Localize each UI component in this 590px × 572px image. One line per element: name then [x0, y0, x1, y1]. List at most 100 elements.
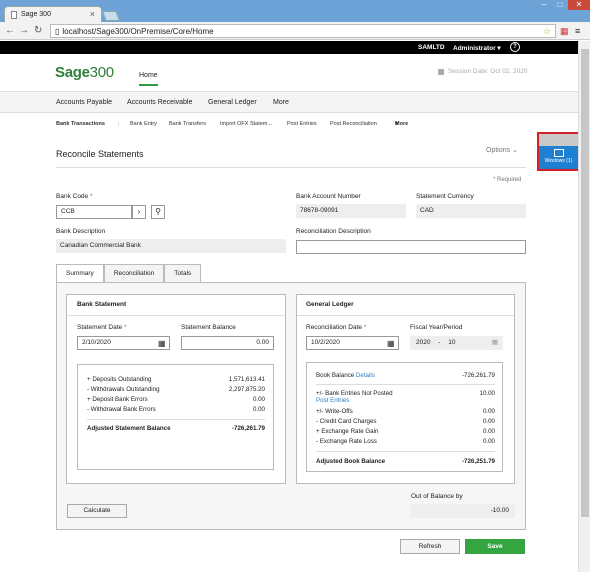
- fiscal-separator: -: [438, 339, 441, 346]
- out-of-balance-label: Out of Balance by: [411, 493, 463, 500]
- calendar-icon[interactable]: ▦: [387, 339, 395, 348]
- close-tab-icon[interactable]: ×: [90, 9, 95, 19]
- options-menu[interactable]: Options ⌄: [486, 146, 518, 154]
- bank-statement-title: Bank Statement: [77, 301, 127, 308]
- not-posted-label: +/- Bank Entries Not Posted: [316, 390, 393, 397]
- adjusted-book-value: -726,251.79: [461, 458, 495, 465]
- scrollbar-thumb[interactable]: [581, 49, 589, 517]
- currency-value: CAD: [416, 204, 526, 218]
- calculate-button[interactable]: Calculate: [67, 504, 127, 518]
- subnav-more-label: More: [395, 121, 409, 127]
- sage-logo: Sage300: [55, 64, 114, 81]
- company-name[interactable]: SAMLTD: [418, 44, 445, 51]
- credit-card-label: - Credit Card Charges: [316, 418, 377, 425]
- subnav-import-ofx[interactable]: Import OFX Statem...: [220, 121, 272, 127]
- fiscal-period-field: 2020 - 10 ▦: [410, 336, 503, 350]
- forward-icon[interactable]: →: [19, 25, 29, 37]
- calendar-icon[interactable]: ▦: [158, 339, 166, 348]
- user-name: Administrator: [453, 45, 496, 52]
- chrome-menu-icon[interactable]: ≡: [575, 25, 580, 37]
- menu-more[interactable]: More: [273, 99, 289, 106]
- recon-description-label: Reconciliation Description: [296, 228, 371, 235]
- home-link[interactable]: Home: [139, 72, 158, 79]
- session-date-text: Session Date: Oct 02, 2020: [448, 68, 528, 75]
- title-divider: [56, 167, 526, 168]
- reload-icon[interactable]: ↻: [34, 25, 42, 37]
- fiscal-period: 10: [448, 339, 456, 346]
- credit-card-value: 0.00: [482, 418, 495, 425]
- help-icon[interactable]: ?: [510, 42, 520, 52]
- details-link[interactable]: Details: [356, 372, 375, 379]
- subnav-post-reconciliation[interactable]: Post Reconciliation: [330, 121, 377, 127]
- row-divider: [316, 384, 495, 385]
- session-date: Session Date: Oct 02, 2020: [438, 68, 528, 75]
- flag-icon[interactable]: ▦: [560, 25, 569, 37]
- statement-balance-label: Statement Balance: [181, 324, 236, 331]
- recon-date-input[interactable]: 10/2/2020: [306, 336, 399, 350]
- menu-general-ledger[interactable]: General Ledger: [208, 99, 257, 106]
- search-icon[interactable]: ⚲: [151, 205, 165, 219]
- currency-label: Statement Currency: [416, 193, 474, 200]
- bank-code-label: Bank Code *: [56, 193, 93, 200]
- maximize-icon[interactable]: □: [552, 0, 568, 10]
- book-balance-label-text: Book Balance: [316, 372, 355, 379]
- adjusted-book-label: Adjusted Book Balance: [316, 458, 386, 465]
- out-of-balance-value: -10.00: [410, 504, 515, 518]
- statement-date-input[interactable]: 2/10/2020: [77, 336, 170, 350]
- statement-balance-input[interactable]: 0.00: [181, 336, 274, 350]
- logo-sage: Sage: [55, 64, 90, 81]
- new-tab-button[interactable]: [102, 11, 120, 21]
- back-icon[interactable]: ←: [5, 25, 15, 37]
- chevron-down-icon: ⌄: [512, 147, 518, 154]
- bookmark-star-icon[interactable]: ☆: [543, 26, 551, 37]
- subnav-bank-transfers[interactable]: Bank Transfers: [169, 121, 206, 127]
- page-title: Reconcile Statements: [56, 149, 144, 159]
- url-input[interactable]: ▯ localhost/Sage300/OnPremise/Core/Home …: [50, 24, 556, 38]
- tab-bar: Summary Reconciliation Totals: [56, 264, 202, 283]
- menu-accounts-payable[interactable]: Accounts Payable: [56, 99, 112, 106]
- tab-totals[interactable]: Totals: [164, 264, 202, 283]
- withdrawal-bank-errors-value: 0.00: [252, 406, 265, 413]
- deposit-bank-errors-value: 0.00: [252, 396, 265, 403]
- subnav-post-entries[interactable]: Post Entries: [287, 121, 317, 127]
- bank-code-input[interactable]: CCB: [56, 205, 132, 219]
- save-button[interactable]: Save: [465, 539, 525, 554]
- close-window-icon[interactable]: ✕: [568, 0, 590, 10]
- browser-tab-strip: Sage 300 × – □ ✕: [0, 0, 590, 22]
- top-bar: SAMLTD Administrator ▾ ?: [0, 41, 578, 54]
- rate-gain-label: + Exchange Rate Gain: [316, 428, 379, 435]
- fiscal-year: 2020: [416, 339, 431, 346]
- bank-code-label-text: Bank Code: [56, 193, 89, 200]
- subnav-more[interactable]: More ▾: [395, 121, 408, 127]
- deposits-outstanding-value: 1,571,613.41: [228, 376, 265, 383]
- home-underline: [139, 84, 158, 86]
- subnav-separator: :: [118, 121, 120, 127]
- withdrawals-outstanding-label: - Withdrawals Outstanding: [87, 386, 160, 393]
- window-icon: [553, 149, 564, 157]
- url-text: localhost/Sage300/OnPremise/Core/Home: [62, 26, 214, 36]
- not-posted-value: 10.00: [479, 390, 495, 397]
- user-menu[interactable]: Administrator ▾: [453, 44, 501, 52]
- lock-icon: [438, 68, 444, 75]
- refresh-button[interactable]: Refresh: [400, 539, 460, 554]
- fiscal-period-label: Fiscal Year/Period: [410, 324, 463, 331]
- post-entries-link[interactable]: Post Entries: [316, 397, 349, 404]
- recon-description-input[interactable]: [296, 240, 526, 254]
- windows-widget[interactable]: Windows (1): [537, 132, 580, 171]
- rate-loss-label: - Exchange Rate Loss: [316, 438, 377, 445]
- browser-tab[interactable]: Sage 300 ×: [4, 6, 102, 22]
- menu-accounts-receivable[interactable]: Accounts Receivable: [127, 99, 192, 106]
- minimize-icon[interactable]: –: [536, 0, 552, 10]
- bank-description-label: Bank Description: [56, 228, 106, 235]
- write-offs-label: +/- Write-Offs: [316, 408, 353, 415]
- vertical-scrollbar[interactable]: [578, 41, 590, 572]
- deposits-outstanding-label: + Deposits Outstanding: [87, 376, 152, 383]
- next-record-button[interactable]: ›: [132, 205, 146, 219]
- main-menu: Accounts Payable Accounts Receivable Gen…: [0, 91, 578, 113]
- withdrawals-outstanding-value: 2,297,875.20: [228, 386, 265, 393]
- subnav-bank-entry[interactable]: Bank Entry: [130, 121, 157, 127]
- tab-reconciliation[interactable]: Reconciliation: [103, 264, 165, 283]
- windows-count: Windows (1): [544, 158, 573, 164]
- tab-summary[interactable]: Summary: [56, 264, 104, 283]
- bank-account-label: Bank Account Number: [296, 193, 361, 200]
